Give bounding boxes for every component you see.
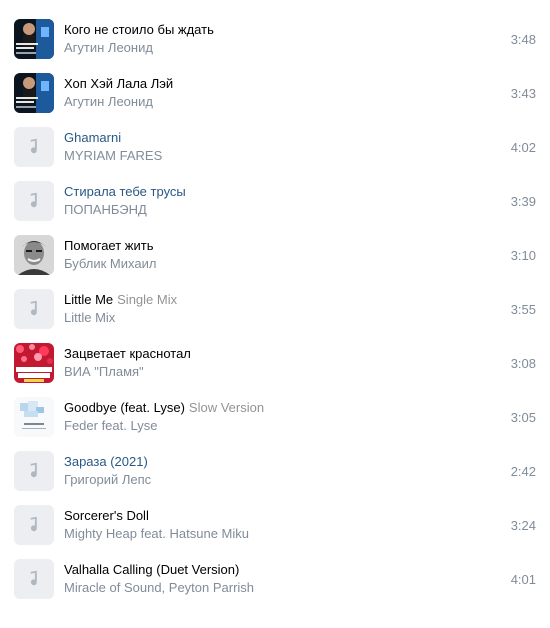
track-title[interactable]: Стирала тебе трусы [64, 184, 186, 199]
track-duration: 3:05 [510, 410, 536, 425]
track-artist[interactable]: MYRIAM FARES [64, 148, 162, 164]
track-artist[interactable]: Агутин Леонид [64, 94, 153, 110]
track-title[interactable]: Little Me [64, 292, 113, 307]
music-note-icon[interactable] [14, 451, 54, 491]
track-artist[interactable]: Feder feat. Lyse [64, 418, 157, 434]
track-duration: 3:43 [510, 86, 536, 101]
track-artist[interactable]: Бублик Михаил [64, 256, 156, 272]
track-row[interactable]: Ghamarni MYRIAM FARES 4:02 [0, 122, 550, 176]
music-note-icon[interactable] [14, 127, 54, 167]
track-artist[interactable]: Mighty Heap feat. Hatsune Miku [64, 526, 249, 542]
track-subtitle: Single Mix [117, 292, 178, 307]
album-cover[interactable] [14, 235, 54, 275]
track-subtitle: Slow Version [188, 400, 265, 415]
track-artist[interactable]: Григорий Лепс [64, 472, 151, 488]
track-row[interactable]: Goodbye (feat. Lyse) Slow Version Feder f… [0, 392, 550, 446]
track-title[interactable]: Хоп Хэй Лала Лэй [64, 76, 173, 91]
album-cover[interactable] [14, 19, 54, 59]
track-row[interactable]: Кого не стоило бы ждать Агутин Леонид 3:… [0, 14, 550, 68]
track-artist[interactable]: ПОПАНБЭНД [64, 202, 147, 218]
track-title[interactable]: Зацветает краснотал [64, 346, 191, 361]
track-row[interactable]: Стирала тебе трусы ПОПАНБЭНД 3:39 [0, 176, 550, 230]
album-cover[interactable] [14, 73, 54, 113]
music-note-icon[interactable] [14, 505, 54, 545]
track-artist[interactable]: ВИА "Пламя" [64, 364, 144, 380]
track-row[interactable]: Помогает жить Бублик Михаил 3:10 [0, 230, 550, 284]
track-title[interactable]: Зараза (2021) [64, 454, 148, 469]
track-row[interactable]: Зацветает краснотал ВИА "Пламя" 3:08 [0, 338, 550, 392]
track-duration: 4:02 [510, 140, 536, 155]
track-title[interactable]: Кого не стоило бы ждать [64, 22, 214, 37]
track-artist[interactable]: Little Mix [64, 310, 115, 326]
track-artist[interactable]: Агутин Леонид [64, 40, 153, 56]
track-title[interactable]: Sorcerer's Doll [64, 508, 149, 523]
track-row[interactable]: Sorcerer's Doll Mighty Heap feat. Hatsun… [0, 500, 550, 554]
track-duration: 2:42 [510, 464, 536, 479]
track-title[interactable]: Ghamarni [64, 130, 121, 145]
album-cover[interactable] [14, 343, 54, 383]
track-duration: 3:10 [510, 248, 536, 263]
track-row[interactable]: Зараза (2021) Григорий Лепс 2:42 [0, 446, 550, 500]
album-cover[interactable] [14, 397, 54, 437]
track-title[interactable]: Valhalla Calling (Duet Version) [64, 562, 239, 577]
track-title[interactable]: Помогает жить [64, 238, 153, 253]
music-note-icon[interactable] [14, 289, 54, 329]
music-note-icon[interactable] [14, 559, 54, 599]
track-row[interactable]: Little Me Single Mix Little Mix 3:55 [0, 284, 550, 338]
track-duration: 3:08 [510, 356, 536, 371]
track-row[interactable]: Хоп Хэй Лала Лэй Агутин Леонид 3:43 [0, 68, 550, 122]
track-title[interactable]: Goodbye (feat. Lyse) [64, 400, 185, 415]
track-duration: 4:01 [510, 572, 536, 587]
music-note-icon[interactable] [14, 181, 54, 221]
track-row[interactable]: Valhalla Calling (Duet Version) Miracle … [0, 554, 550, 608]
track-duration: 3:39 [510, 194, 536, 209]
audio-tracklist: Кого не стоило бы ждать Агутин Леонид 3:… [0, 0, 550, 608]
track-duration: 3:48 [510, 32, 536, 47]
track-duration: 3:24 [510, 518, 536, 533]
track-artist[interactable]: Miracle of Sound, Peyton Parrish [64, 580, 254, 596]
track-duration: 3:55 [510, 302, 536, 317]
